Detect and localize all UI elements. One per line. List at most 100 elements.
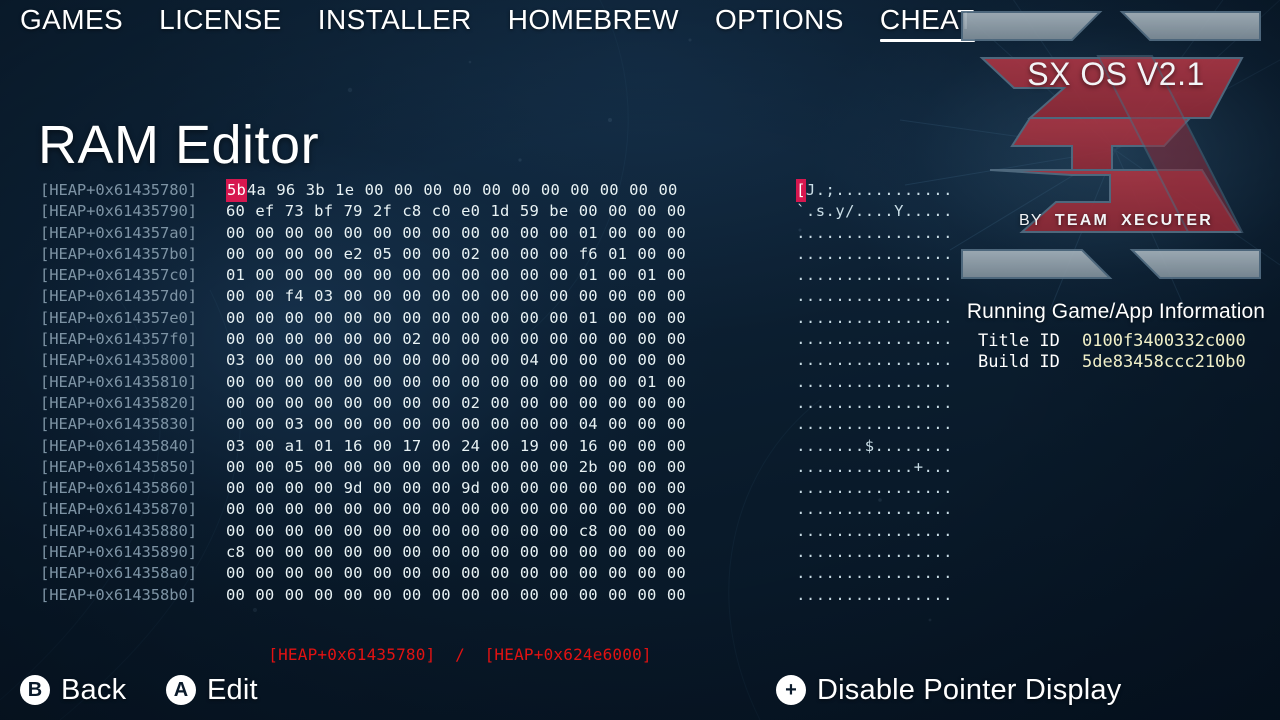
hex-byte[interactable]: 00 bbox=[461, 499, 490, 520]
hex-byte[interactable]: 00 bbox=[314, 521, 343, 542]
hex-byte[interactable]: 03 bbox=[226, 350, 255, 371]
hex-byte[interactable]: 00 bbox=[402, 372, 431, 393]
hex-byte[interactable]: 02 bbox=[461, 244, 490, 265]
hex-byte[interactable]: 00 bbox=[344, 521, 373, 542]
hex-byte[interactable]: 9d bbox=[461, 478, 490, 499]
hex-byte[interactable]: 00 bbox=[637, 350, 666, 371]
hex-byte[interactable]: 00 bbox=[637, 201, 666, 222]
hex-byte[interactable]: 00 bbox=[432, 414, 461, 435]
hex-row-bytes[interactable]: 00 00 00 00 00 00 00 00 00 00 00 00 00 00 00 00 bbox=[226, 563, 750, 584]
hex-byte[interactable]: 00 bbox=[255, 372, 284, 393]
hex-byte[interactable]: 00 bbox=[373, 393, 402, 414]
hex-byte[interactable]: 00 bbox=[579, 372, 608, 393]
hex-byte[interactable]: 00 bbox=[344, 350, 373, 371]
hex-byte[interactable]: 00 bbox=[491, 499, 520, 520]
hex-byte[interactable]: 00 bbox=[373, 521, 402, 542]
hex-byte[interactable]: 00 bbox=[314, 393, 343, 414]
hex-byte[interactable]: f4 bbox=[285, 286, 314, 307]
hex-row[interactable]: [HEAP+0x61435850] 00 00 05 00 00 00 00 00 00 00 00 0… bbox=[40, 457, 952, 478]
hex-row[interactable]: [HEAP+0x61435830] 00 00 03 00 00 00 00 00 00 00 00 0… bbox=[40, 414, 952, 435]
hex-byte[interactable]: 00 bbox=[344, 265, 373, 286]
hex-byte[interactable]: 00 bbox=[549, 414, 578, 435]
hex-byte[interactable]: 00 bbox=[255, 478, 284, 499]
hex-byte[interactable]: 00 bbox=[579, 499, 608, 520]
hex-byte[interactable]: 01 bbox=[608, 244, 637, 265]
hex-byte[interactable]: 00 bbox=[314, 478, 343, 499]
hex-byte[interactable]: 00 bbox=[637, 244, 666, 265]
hex-byte[interactable]: 00 bbox=[344, 542, 373, 563]
hex-byte[interactable]: 00 bbox=[461, 563, 490, 584]
hex-byte[interactable]: 00 bbox=[285, 563, 314, 584]
hex-byte[interactable]: 96 bbox=[276, 180, 305, 201]
hex-byte[interactable]: 00 bbox=[226, 244, 255, 265]
hex-byte[interactable]: 00 bbox=[491, 350, 520, 371]
hex-byte[interactable]: 00 bbox=[608, 585, 637, 606]
hex-byte[interactable]: 00 bbox=[344, 457, 373, 478]
hex-byte[interactable]: 00 bbox=[491, 393, 520, 414]
hex-byte[interactable]: 00 bbox=[285, 499, 314, 520]
hex-byte[interactable]: 00 bbox=[549, 521, 578, 542]
hex-byte[interactable]: 00 bbox=[637, 308, 666, 329]
hex-byte[interactable]: 00 bbox=[608, 372, 637, 393]
hex-byte[interactable]: 00 bbox=[373, 329, 402, 350]
hex-byte[interactable]: 00 bbox=[402, 393, 431, 414]
hex-byte[interactable]: 00 bbox=[637, 414, 666, 435]
hex-byte[interactable]: 00 bbox=[520, 521, 549, 542]
hex-byte[interactable]: 00 bbox=[453, 180, 482, 201]
hex-byte[interactable]: 00 bbox=[402, 308, 431, 329]
hex-byte[interactable]: 00 bbox=[432, 436, 461, 457]
hex-byte[interactable]: 03 bbox=[314, 286, 343, 307]
hex-byte[interactable]: 00 bbox=[432, 308, 461, 329]
hex-byte[interactable]: 00 bbox=[285, 478, 314, 499]
hex-byte[interactable]: 00 bbox=[520, 478, 549, 499]
hex-byte[interactable]: 00 bbox=[667, 499, 696, 520]
hex-byte[interactable]: 00 bbox=[637, 286, 666, 307]
hex-byte[interactable]: 00 bbox=[461, 542, 490, 563]
ram-hex-editor[interactable]: [HEAP+0x61435780] 5b4a 96 3b 1e 00 00 00 00 00 00 0… bbox=[40, 179, 952, 606]
hex-byte[interactable]: 19 bbox=[520, 436, 549, 457]
hex-byte[interactable]: 00 bbox=[579, 286, 608, 307]
hex-row[interactable]: [HEAP+0x61435810] 00 00 00 00 00 00 00 00 00 00 00 0… bbox=[40, 372, 952, 393]
hex-byte[interactable]: 00 bbox=[285, 521, 314, 542]
hex-byte[interactable]: bf bbox=[314, 201, 343, 222]
hex-row[interactable]: [HEAP+0x61435800] 03 00 00 00 00 00 00 00 00 00 04 0… bbox=[40, 350, 952, 371]
hex-byte[interactable]: 00 bbox=[373, 223, 402, 244]
hex-byte[interactable]: 00 bbox=[491, 414, 520, 435]
hex-byte[interactable]: 24 bbox=[461, 436, 490, 457]
hex-byte[interactable]: 00 bbox=[579, 585, 608, 606]
hex-byte[interactable]: 00 bbox=[255, 308, 284, 329]
hex-byte[interactable]: 16 bbox=[579, 436, 608, 457]
hex-byte[interactable]: 00 bbox=[226, 499, 255, 520]
hex-byte[interactable]: 00 bbox=[629, 180, 658, 201]
hex-byte[interactable]: 01 bbox=[226, 265, 255, 286]
hex-byte[interactable]: 00 bbox=[658, 180, 687, 201]
hex-byte[interactable]: 00 bbox=[226, 521, 255, 542]
hex-row[interactable]: [HEAP+0x614358a0] 00 00 00 00 00 00 00 00 00 00 00 0… bbox=[40, 563, 952, 584]
hex-byte[interactable]: 3b bbox=[306, 180, 335, 201]
hex-byte[interactable]: 00 bbox=[432, 585, 461, 606]
hex-byte[interactable]: 05 bbox=[373, 244, 402, 265]
hex-byte[interactable]: 00 bbox=[482, 180, 511, 201]
nav-item-homebrew[interactable]: HOMEBREW bbox=[508, 5, 679, 39]
hex-byte[interactable]: 00 bbox=[608, 329, 637, 350]
hex-row-bytes[interactable]: 00 00 00 00 00 00 00 00 02 00 00 00 00 00 00 00 bbox=[226, 393, 750, 414]
hex-byte[interactable]: 00 bbox=[520, 286, 549, 307]
hex-byte[interactable]: 00 bbox=[608, 499, 637, 520]
hex-byte[interactable]: 5b bbox=[226, 179, 247, 203]
hex-byte[interactable]: 00 bbox=[402, 244, 431, 265]
hex-byte[interactable]: 00 bbox=[373, 585, 402, 606]
hex-row-bytes[interactable]: 60 ef 73 bf 79 2f c8 c0 e0 1d 59 be 00 00 00 00 bbox=[226, 201, 750, 222]
hex-byte[interactable]: 02 bbox=[402, 329, 431, 350]
hex-byte[interactable]: 00 bbox=[373, 478, 402, 499]
hex-byte[interactable]: 00 bbox=[608, 223, 637, 244]
hex-row-bytes[interactable]: 00 00 03 00 00 00 00 00 00 00 00 00 04 00 00 00 bbox=[226, 414, 750, 435]
hex-byte[interactable]: 00 bbox=[432, 223, 461, 244]
hex-byte[interactable]: 73 bbox=[285, 201, 314, 222]
hex-byte[interactable]: be bbox=[549, 201, 578, 222]
hex-byte[interactable]: 00 bbox=[226, 286, 255, 307]
hex-byte[interactable]: 00 bbox=[314, 563, 343, 584]
hex-row[interactable]: [HEAP+0x61435840] 03 00 a1 01 16 00 17 00 24 00 19 0… bbox=[40, 436, 952, 457]
hex-row[interactable]: [HEAP+0x61435820] 00 00 00 00 00 00 00 00 02 00 00 0… bbox=[40, 393, 952, 414]
hex-byte[interactable]: 00 bbox=[667, 585, 696, 606]
hex-byte[interactable]: 00 bbox=[520, 457, 549, 478]
